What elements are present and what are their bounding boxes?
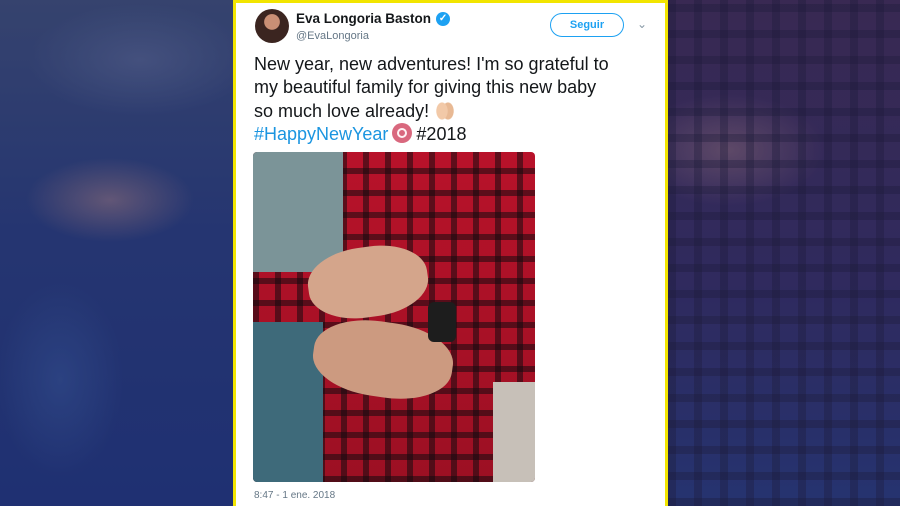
photo-detail: [253, 322, 323, 482]
author-name[interactable]: Eva Longoria Baston: [296, 11, 431, 26]
hashtag-link[interactable]: #HappyNewYear: [254, 124, 388, 144]
follow-button[interactable]: Seguir: [550, 13, 624, 37]
photo-detail: [493, 382, 535, 482]
author-row: Eva Longoria Baston ✓: [296, 11, 451, 26]
folded-hands-emoji-icon: [434, 99, 457, 121]
avatar[interactable]: [255, 9, 289, 43]
year-hashtag[interactable]: #2018: [416, 124, 466, 144]
tweet-text-line: so much love already!: [254, 99, 659, 123]
verified-badge-icon: ✓: [436, 11, 451, 26]
chevron-down-icon[interactable]: ⌄: [634, 16, 650, 32]
background-photo-right: [668, 0, 900, 506]
background-photo-left: [0, 0, 233, 506]
tweet-text-line: #HappyNewYear #2018: [254, 123, 659, 146]
photo-detail: [253, 152, 343, 272]
tweet-text-line: New year, new adventures! I'm so gratefu…: [254, 54, 609, 74]
tweet-text-segment: so much love already!: [254, 101, 435, 121]
photo-detail: [428, 302, 456, 342]
author-handle[interactable]: @EvaLongoria: [296, 30, 369, 42]
tweet-text-line: my beautiful family for giving this new …: [254, 77, 597, 97]
tweet-card: Eva Longoria Baston ✓ @EvaLongoria Segui…: [233, 0, 668, 506]
lungs-emoji-icon: [392, 123, 413, 143]
tweet-timestamp[interactable]: 8:47 - 1 ene. 2018: [254, 490, 335, 501]
tweet-photo[interactable]: [253, 152, 535, 482]
tweet-text: New year, new adventures! I'm so gratefu…: [254, 53, 659, 146]
